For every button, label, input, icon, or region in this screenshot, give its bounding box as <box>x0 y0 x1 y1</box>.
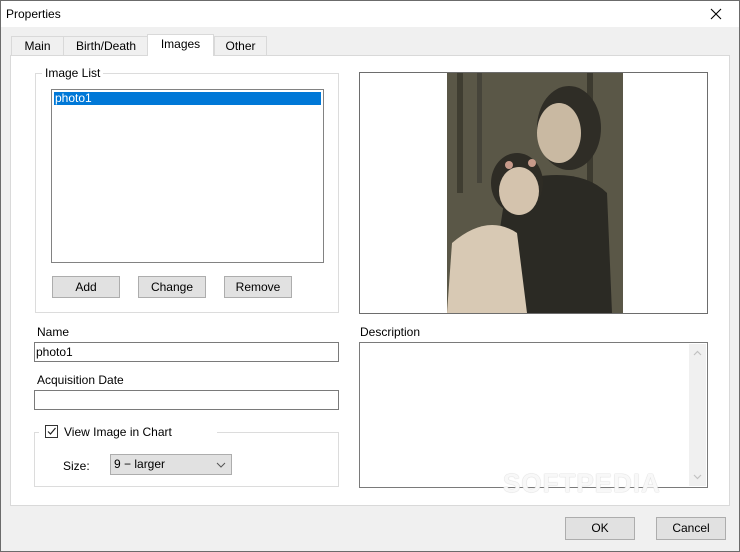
image-preview <box>359 72 708 314</box>
tab-images[interactable]: Images <box>147 34 214 56</box>
list-item[interactable]: photo1 <box>54 92 321 105</box>
tab-label: Main <box>24 39 51 53</box>
change-button[interactable]: Change <box>138 276 206 298</box>
name-label: Name <box>37 325 70 339</box>
image-listbox[interactable]: photo1 <box>51 89 324 263</box>
photo-illustration <box>447 73 623 313</box>
view-in-chart-label: View Image in Chart <box>64 425 172 439</box>
title-bar: Properties <box>1 1 739 27</box>
view-in-chart-checkbox[interactable] <box>45 425 58 438</box>
view-in-chart-group: View Image in Chart Size: 9 − larger <box>34 424 339 487</box>
properties-dialog: Properties Main Birth/Death Images Other… <box>0 0 740 552</box>
scroll-up-icon[interactable] <box>689 346 706 360</box>
tab-label: Birth/Death <box>75 39 137 53</box>
description-scrollbar[interactable] <box>689 344 706 486</box>
window-title: Properties <box>6 7 61 21</box>
acquisition-date-input[interactable] <box>34 390 339 410</box>
close-icon <box>710 8 722 20</box>
acquisition-date-label: Acquisition Date <box>37 373 124 387</box>
add-button[interactable]: Add <box>52 276 120 298</box>
preview-photo <box>447 73 623 313</box>
remove-button[interactable]: Remove <box>224 276 292 298</box>
tab-other[interactable]: Other <box>214 36 267 57</box>
checkmark-icon <box>47 427 56 435</box>
tab-label: Other <box>225 39 256 53</box>
name-input[interactable]: photo1 <box>34 342 339 362</box>
description-label: Description <box>360 325 421 339</box>
softpedia-watermark: SOFTPEDIA <box>503 468 661 498</box>
description-textarea[interactable] <box>359 342 708 488</box>
size-dropdown[interactable]: 9 − larger <box>110 454 232 475</box>
tab-birth-death[interactable]: Birth/Death <box>63 36 149 57</box>
view-in-chart-header: View Image in Chart <box>39 424 217 440</box>
chevron-down-icon <box>216 462 226 468</box>
tab-label: Images <box>160 37 201 51</box>
image-list-legend: Image List <box>42 66 104 80</box>
cancel-button[interactable]: Cancel <box>656 517 726 540</box>
image-list-group: Image List photo1 Add Change Remove <box>35 66 339 313</box>
images-tab-panel: Image List photo1 Add Change Remove Name… <box>10 55 730 506</box>
ok-button[interactable]: OK <box>565 517 635 540</box>
close-button[interactable] <box>693 1 739 27</box>
scroll-down-icon[interactable] <box>689 470 706 484</box>
size-value: 9 − larger <box>114 457 166 471</box>
size-label: Size: <box>63 459 90 473</box>
tab-main[interactable]: Main <box>11 36 64 57</box>
